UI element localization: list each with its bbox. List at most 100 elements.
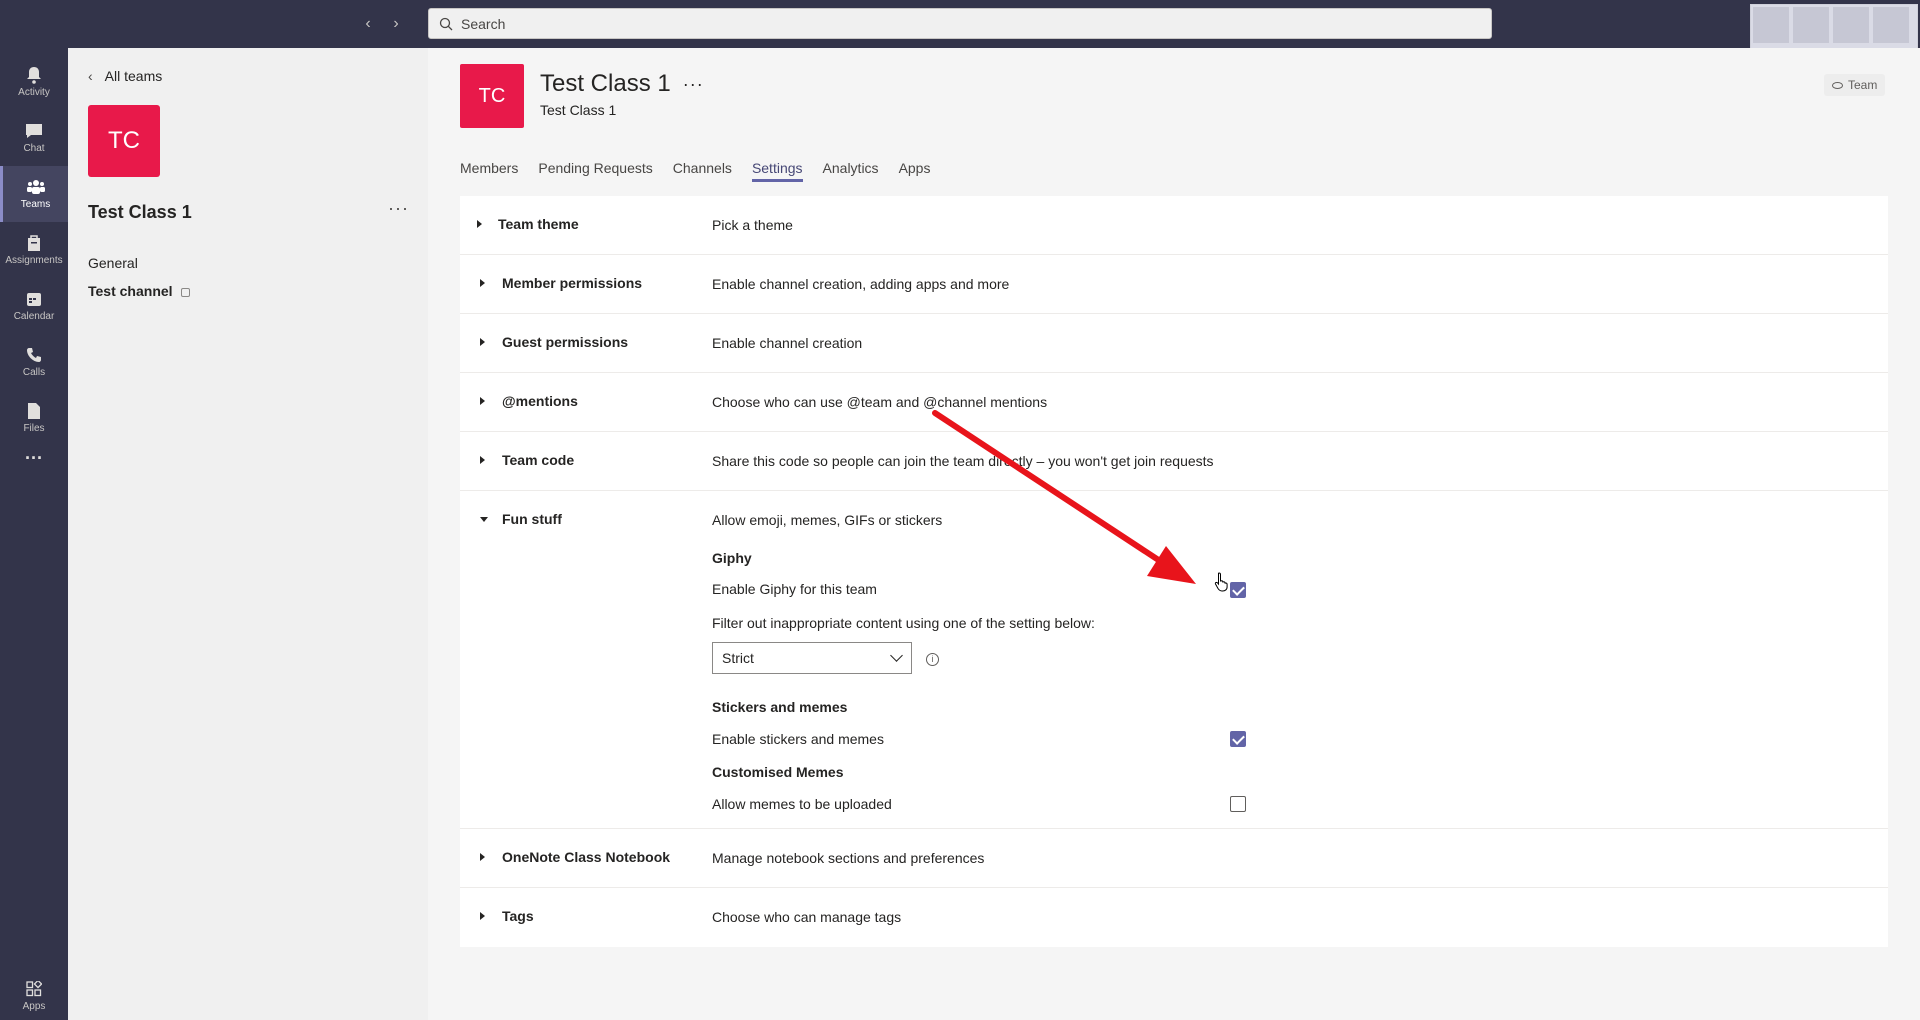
tab-members[interactable]: Members	[460, 160, 518, 182]
forward-arrow-icon[interactable]: ›	[384, 12, 408, 36]
tab-channels[interactable]: Channels	[673, 160, 732, 182]
setting-name[interactable]: @mentions	[502, 393, 578, 409]
setting-name[interactable]: Fun stuff	[502, 511, 562, 527]
search-icon	[439, 17, 453, 30]
tab-pending-requests[interactable]: Pending Requests	[538, 160, 652, 182]
more-options-icon[interactable]: ···	[683, 74, 704, 95]
settings-row-fun-stuff: Fun stuff Allow emoji, memes, GIFs or st…	[460, 491, 1888, 829]
filter-label: Filter out inappropriate content using o…	[712, 615, 1095, 631]
expand-caret-icon[interactable]	[480, 397, 485, 405]
rail-more[interactable]: ···	[0, 438, 68, 478]
settings-row-tags[interactable]: Tags Choose who can manage tags	[460, 888, 1888, 947]
rail-calls[interactable]: Calls	[0, 334, 68, 390]
rail-teams[interactable]: Teams	[0, 166, 68, 222]
tab-analytics[interactable]: Analytics	[823, 160, 879, 182]
team-name: Test Class 1	[88, 202, 192, 222]
hand-cursor-icon	[1214, 572, 1228, 592]
page-title-text: Test Class 1	[540, 70, 671, 97]
team-avatar: TC	[88, 105, 160, 177]
team-badge[interactable]: Team	[1824, 74, 1886, 96]
bell-icon	[25, 66, 43, 84]
team-sidebar: ‹ All teams TC Test Class 1 ··· General …	[68, 48, 428, 1020]
rail-calendar[interactable]: Calendar	[0, 278, 68, 334]
more-icon: ···	[25, 447, 43, 468]
rail-label: Chat	[23, 143, 45, 154]
info-icon[interactable]: i	[926, 653, 939, 666]
tab-settings[interactable]: Settings	[751, 160, 803, 182]
all-teams-link[interactable]: ‹ All teams	[88, 68, 162, 84]
rail-label: Files	[23, 423, 45, 434]
content-filter-select[interactable]: Strict	[712, 642, 912, 674]
main-content: TC Test Class 1 ··· Test Class 1 Team Me…	[428, 48, 1920, 1020]
rail-label: Assignments	[5, 255, 63, 266]
setting-name[interactable]: Member permissions	[502, 275, 642, 291]
settings-row-onenote[interactable]: OneNote Class Notebook Manage notebook s…	[460, 829, 1888, 888]
collapse-caret-icon[interactable]	[480, 517, 488, 522]
apps-icon	[25, 980, 43, 998]
back-arrow-icon[interactable]: ‹	[356, 12, 380, 36]
custom-memes-heading: Customised Memes	[712, 764, 844, 780]
tab-bar: Members Pending Requests Channels Settin…	[460, 160, 950, 182]
settings-row-guest-permissions[interactable]: Guest permissions Enable channel creatio…	[460, 314, 1888, 373]
stickers-heading: Stickers and memes	[712, 699, 848, 715]
settings-row-member-permissions[interactable]: Member permissions Enable channel creati…	[460, 255, 1888, 314]
lock-icon	[180, 288, 190, 297]
file-icon	[25, 402, 43, 420]
page-subtitle: Test Class 1	[540, 102, 617, 118]
setting-desc: Enable channel creation, adding apps and…	[712, 276, 1010, 292]
page-title: Test Class 1 ···	[540, 70, 704, 98]
settings-row-team-theme[interactable]: Team theme Pick a theme	[460, 196, 1888, 255]
setting-name[interactable]: Tags	[502, 908, 534, 924]
eye-icon	[1832, 81, 1843, 89]
custom-memes-checkbox[interactable]	[1230, 796, 1246, 812]
setting-name[interactable]: Team theme	[498, 216, 579, 232]
settings-panel: Team theme Pick a theme Member permissio…	[460, 196, 1888, 947]
chevron-down-icon	[890, 649, 903, 662]
stickers-checkbox[interactable]	[1230, 731, 1246, 747]
setting-name[interactable]: Guest permissions	[502, 334, 628, 350]
expand-caret-icon[interactable]	[480, 456, 485, 464]
channel-test[interactable]: Test channel	[88, 283, 190, 299]
all-teams-label: All teams	[104, 68, 163, 84]
team-badge-label: Team	[1848, 78, 1878, 92]
search-placeholder: Search	[461, 15, 506, 32]
teams-icon	[26, 178, 45, 196]
custom-memes-label: Allow memes to be uploaded	[712, 796, 892, 812]
setting-name[interactable]: OneNote Class Notebook	[502, 849, 670, 865]
setting-name[interactable]: Team code	[502, 452, 574, 468]
rail-assignments[interactable]: Assignments	[0, 222, 68, 278]
rail-activity[interactable]: Activity	[0, 54, 68, 110]
channel-general[interactable]: General	[88, 255, 138, 271]
rail-chat[interactable]: Chat	[0, 110, 68, 166]
chevron-left-icon: ‹	[88, 68, 93, 84]
rail-label: Teams	[20, 199, 51, 210]
more-options-icon[interactable]: ···	[388, 198, 409, 219]
setting-desc: Choose who can use @team and @channel me…	[712, 394, 1048, 410]
calendar-icon	[25, 290, 43, 308]
setting-desc: Pick a theme	[712, 217, 793, 233]
phone-icon	[25, 346, 43, 364]
expand-caret-icon[interactable]	[480, 338, 485, 346]
tab-apps[interactable]: Apps	[899, 160, 931, 182]
rail-label: Apps	[22, 1001, 46, 1012]
chat-icon	[25, 122, 43, 140]
search-input[interactable]: Search	[428, 8, 1492, 39]
rail-apps[interactable]: Apps	[0, 974, 68, 1018]
expand-caret-icon[interactable]	[480, 912, 485, 920]
expand-caret-icon[interactable]	[480, 279, 485, 287]
assignments-icon	[25, 234, 43, 252]
giphy-checkbox[interactable]	[1230, 582, 1246, 598]
settings-row-mentions[interactable]: @mentions Choose who can use @team and @…	[460, 373, 1888, 432]
app-rail: Activity Chat Teams Assignments Calendar…	[0, 48, 68, 1020]
giphy-heading: Giphy	[712, 550, 752, 566]
rail-label: Calls	[22, 367, 46, 378]
giphy-enable-label: Enable Giphy for this team	[712, 581, 877, 597]
title-bar: ‹ › Search	[0, 0, 1920, 48]
expand-caret-icon[interactable]	[480, 853, 485, 861]
rail-label: Activity	[18, 87, 50, 98]
setting-desc: Enable channel creation	[712, 335, 863, 351]
settings-row-team-code[interactable]: Team code Share this code so people can …	[460, 432, 1888, 491]
setting-desc: Allow emoji, memes, GIFs or stickers	[712, 512, 943, 528]
channel-label: Test channel	[88, 283, 173, 299]
expand-caret-icon[interactable]	[477, 220, 482, 228]
